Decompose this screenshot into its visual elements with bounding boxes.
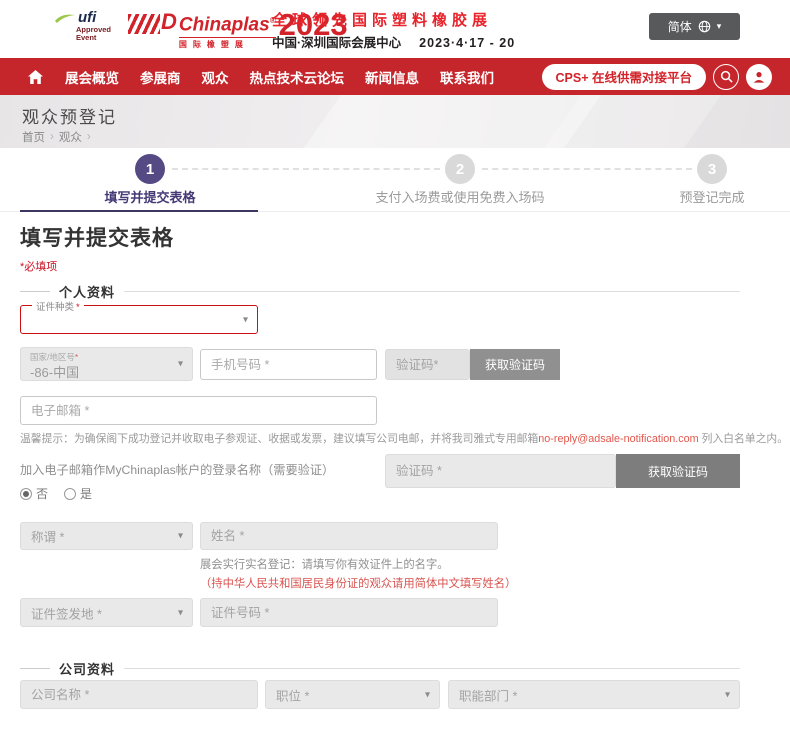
step-circle-3: 3 xyxy=(697,154,727,184)
ufi-logo-text: ufi xyxy=(78,9,96,26)
chinaplas-subtitle: 国际橡塑展 xyxy=(179,37,276,50)
company-name-input[interactable] xyxy=(20,680,258,709)
country-code-value: -86-中国 xyxy=(30,362,79,381)
step-indicator: 1 2 3 填写并提交表格 支付入场费或使用免费入场码 预登记完成 xyxy=(0,148,790,212)
job-position-select[interactable]: 职位 * xyxy=(265,680,440,709)
search-icon[interactable] xyxy=(713,64,739,90)
form-title: 填写并提交表格 xyxy=(20,222,174,252)
nav-item-news[interactable]: 新闻信息 xyxy=(365,67,419,87)
globe-icon xyxy=(698,20,711,33)
language-button[interactable]: 简体 ▾ xyxy=(649,13,740,40)
chinaplas-d-mark: D xyxy=(161,11,177,33)
department-select[interactable]: 职能部门 * xyxy=(448,680,740,709)
full-name-input[interactable] xyxy=(200,522,498,550)
chevron-down-icon xyxy=(725,689,730,700)
site-header: ufi Approved Event D Chinaplas® 国际橡塑展 20… xyxy=(0,0,790,58)
id-number-input[interactable] xyxy=(200,598,498,627)
step-circle-2: 2 xyxy=(445,154,475,184)
event-venue: 中国·深圳国际会展中心 xyxy=(272,36,401,50)
radio-option-yes[interactable]: 是 xyxy=(64,485,92,502)
ufi-event-label: Event xyxy=(76,34,111,42)
breadcrumb: 首页 › 观众 › xyxy=(22,129,91,145)
mobile-input[interactable] xyxy=(200,349,377,380)
event-venue-dates: 中国·深圳国际会展中心 2023·4·17 - 20 xyxy=(272,32,515,51)
nav-item-contact[interactable]: 联系我们 xyxy=(440,67,494,87)
ufi-logo: ufi Approved Event xyxy=(54,9,111,42)
id-type-label: 证件种类* xyxy=(32,299,84,313)
sms-captcha-input[interactable] xyxy=(385,349,470,380)
chevron-down-icon xyxy=(178,531,183,542)
registration-form: 填写并提交表格 *必填项 个人资料 证件种类* 国家/地区号* -86-中国 获… xyxy=(0,212,790,729)
company-info-section-header: 公司资料 xyxy=(20,659,740,678)
chevron-down-icon xyxy=(243,314,248,325)
email-input[interactable] xyxy=(20,396,377,425)
chinaplas-stripes-icon xyxy=(128,14,160,34)
step-connector xyxy=(172,168,440,170)
salutation-select[interactable]: 称谓 * xyxy=(20,522,193,550)
nav-item-tech-forum[interactable]: 热点技术云论坛 xyxy=(250,67,345,87)
step-label-3: 预登记完成 xyxy=(632,187,790,206)
nav-item-exhibitors[interactable]: 参展商 xyxy=(140,67,181,87)
home-icon[interactable] xyxy=(27,69,44,85)
page-header-band: 观众预登记 首页 › 观众 › xyxy=(0,95,790,148)
breadcrumb-separator: › xyxy=(87,131,91,143)
nav-item-overview[interactable]: 展会概览 xyxy=(65,67,119,87)
page-title: 观众预登记 xyxy=(22,103,117,128)
real-name-note: 展会实行实名登记：请填写你有效证件上的名字。 xyxy=(200,556,449,572)
breadcrumb-visitors[interactable]: 观众 xyxy=(59,129,82,145)
id-issue-place-select[interactable]: 证件签发地 * xyxy=(20,598,193,627)
required-fields-note: *必填项 xyxy=(20,258,57,274)
personal-info-section-header: 个人资料 xyxy=(20,282,740,301)
chevron-down-icon xyxy=(425,689,430,700)
radio-unselected-icon xyxy=(64,488,76,500)
id-type-select[interactable]: 证件种类* xyxy=(20,305,258,334)
chevron-down-icon xyxy=(178,359,183,370)
chinaplas-brand-text: Chinaplas® xyxy=(179,11,276,35)
id-card-note: （持中华人民共和国居民身份证的观众请用简体中文填写姓名） xyxy=(200,575,516,591)
email-captcha-input[interactable] xyxy=(385,454,616,488)
get-email-code-button[interactable]: 获取验证码 xyxy=(616,454,740,488)
ufi-leaf-icon xyxy=(54,12,76,24)
radio-option-no[interactable]: 否 xyxy=(20,485,48,502)
step-label-2: 支付入场费或使用免费入场码 xyxy=(330,187,590,206)
step-label-1: 填写并提交表格 xyxy=(20,187,280,206)
language-label: 简体 xyxy=(668,18,692,35)
get-sms-code-button[interactable]: 获取验证码 xyxy=(470,349,560,380)
event-slogan: 全球领先国际塑料橡胶展 xyxy=(272,9,492,30)
mychinaplas-radio-group: 否 是 xyxy=(20,485,92,502)
email-hint: 温馨提示：为确保阁下成功登记并收取电子参观证、收据或发票，建议填写公司电邮，并将… xyxy=(20,430,788,446)
radio-selected-icon xyxy=(20,488,32,500)
nav-item-visitors[interactable]: 观众 xyxy=(202,67,229,87)
mychinaplas-question: 加入电子邮箱作MyChinaplas帐户的登录名称（需要验证） xyxy=(20,460,334,478)
country-code-select[interactable]: 国家/地区号* -86-中国 xyxy=(20,347,193,381)
step-connector xyxy=(482,168,692,170)
breadcrumb-home[interactable]: 首页 xyxy=(22,129,45,145)
user-icon[interactable] xyxy=(746,64,772,90)
breadcrumb-separator: › xyxy=(50,131,54,143)
step-circle-1: 1 xyxy=(135,154,165,184)
main-navbar: 展会概览 参展商 观众 热点技术云论坛 新闻信息 联系我们 CPS+ 在线供需对… xyxy=(0,58,790,95)
chevron-down-icon xyxy=(178,607,183,618)
whitelist-email-link[interactable]: no-reply@adsale-notification.com xyxy=(538,433,698,445)
chevron-down-icon: ▾ xyxy=(717,21,722,32)
cps-platform-button[interactable]: CPS+ 在线供需对接平台 xyxy=(542,64,706,90)
event-dates: 2023·4·17 - 20 xyxy=(419,36,515,50)
